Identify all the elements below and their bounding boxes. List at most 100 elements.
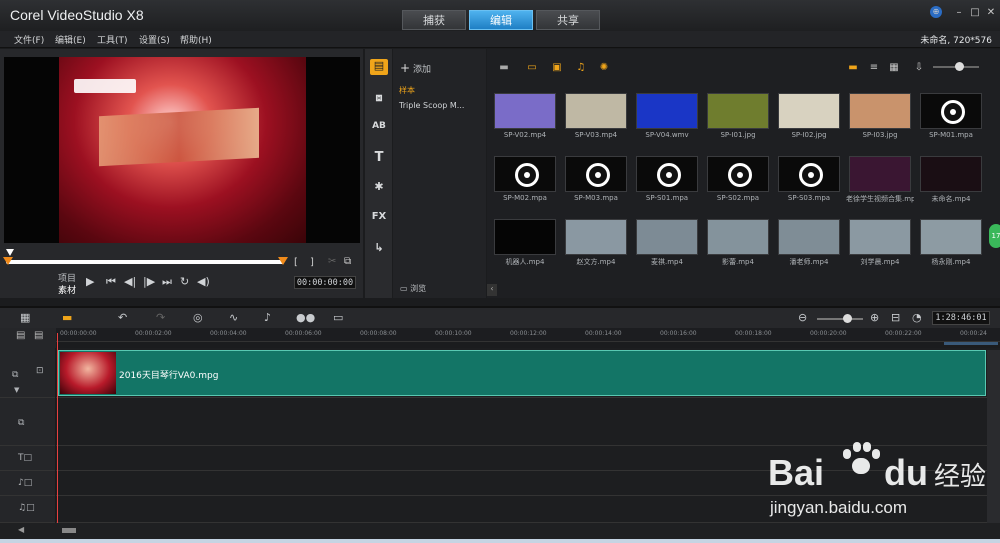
scrubber[interactable] [3, 249, 288, 271]
thumb-size-slider[interactable] [933, 62, 979, 71]
auto-music-icon[interactable]: ♪ [264, 311, 271, 324]
browse-button[interactable]: ▭ 浏览 [400, 283, 426, 294]
chapter-icon[interactable]: ▤ [34, 330, 43, 341]
media-thumbnail[interactable]: SP-V02.mp4 [494, 93, 556, 145]
video-clip[interactable]: 2016天目琴行VA0.mpg [58, 350, 986, 396]
subtitle-icon[interactable]: ▭ [333, 311, 343, 324]
fx-filter-icon[interactable]: ✺ [597, 62, 611, 74]
preview-video[interactable] [4, 57, 360, 243]
folder-samples[interactable]: 样本 [399, 85, 415, 96]
list-view-icon[interactable]: ▬ [846, 62, 860, 74]
details-view-icon[interactable]: ≡ [867, 62, 881, 74]
media-thumbnail[interactable]: SP-M01.mpa [920, 93, 982, 145]
menu-tools[interactable]: 工具(T) [97, 33, 128, 46]
media-thumbnail[interactable]: 老徐学生视频合集.mp4 [846, 156, 914, 208]
graphic-icon[interactable]: ✱ [370, 180, 388, 196]
show-audio-icon[interactable]: ♫ [574, 62, 588, 74]
sound-mixer-icon[interactable]: ∿ [229, 311, 238, 324]
cut-icon[interactable]: ✂ [328, 256, 336, 267]
duration-icon[interactable]: ◔ [912, 311, 922, 324]
repeat-icon[interactable]: ↻ [180, 275, 189, 288]
zoom-in-icon[interactable]: ⊕ [870, 311, 879, 324]
timeline-timecode[interactable]: 1:28:46:01 [932, 311, 990, 325]
zoom-slider[interactable] [817, 314, 863, 323]
fx-icon[interactable]: FX [370, 211, 388, 227]
mark-out-button[interactable]: ] [310, 257, 314, 268]
undo-icon[interactable]: ↶ [118, 311, 127, 324]
track-toggle-icon[interactable]: ⊡ [36, 366, 44, 376]
media-thumbnail[interactable]: SP-S01.mpa [636, 156, 698, 208]
sort-icon[interactable]: ⇩ [912, 62, 926, 74]
media-thumbnail[interactable]: 麦祺.mp4 [636, 219, 698, 271]
play-icon[interactable]: ▶ [86, 275, 94, 288]
track-manager-icon[interactable]: ▤ [16, 330, 25, 341]
media-thumbnail[interactable]: SP-M03.mpa [565, 156, 627, 208]
volume-icon[interactable]: ◀) [197, 275, 210, 288]
show-video-icon[interactable]: ▭ [525, 62, 539, 74]
storyboard-view-icon[interactable]: ▦ [20, 311, 30, 324]
playhead[interactable] [57, 333, 58, 523]
media-thumbnail[interactable]: 机器人.mp4 [494, 219, 556, 271]
media-thumbnail[interactable]: 赵文方.mp4 [565, 219, 627, 271]
media-thumbnail[interactable]: SP-I03.jpg [849, 93, 911, 145]
media-thumbnail[interactable]: SP-M02.mpa [494, 156, 556, 208]
zoom-out-icon[interactable]: ⊖ [798, 311, 807, 324]
redo-icon[interactable]: ↷ [156, 311, 165, 324]
home-icon[interactable]: ⏮ [106, 275, 116, 289]
motion-tracking-icon[interactable]: ●● [296, 311, 315, 324]
record-capture-icon[interactable]: ◎ [193, 311, 203, 324]
music-track-icon[interactable]: ♫□ [18, 503, 35, 513]
timeline-scroll-bar[interactable]: ◀ [0, 523, 1000, 539]
menu-help[interactable]: 帮助(H) [180, 33, 212, 46]
overlay-track-icon[interactable]: ⧉ [18, 418, 24, 428]
help-globe-icon[interactable]: ⊕ [930, 6, 942, 18]
media-thumbnail[interactable]: 杨永刚.mp4 [920, 219, 982, 271]
timeline-ruler[interactable]: 00:00:00:00 00:00:02:00 00:00:04:00 00:00:0… [56, 328, 1000, 342]
import-folder-icon[interactable]: ▬ [497, 62, 511, 74]
menu-settings[interactable]: 设置(S) [139, 33, 170, 46]
close-icon[interactable]: ✕ [982, 6, 1000, 20]
expand-icon[interactable]: ▼ [14, 386, 19, 394]
media-thumbnail[interactable]: SP-I01.jpg [707, 93, 769, 145]
media-thumbnail[interactable]: SP-S03.mpa [778, 156, 840, 208]
thumb-size-knob[interactable] [955, 62, 964, 71]
end-icon[interactable]: ⏭ [162, 275, 172, 289]
timeline-view-icon[interactable]: ▬ [62, 311, 72, 324]
next-frame-icon[interactable]: |▶ [143, 275, 155, 288]
media-thumbnail[interactable]: 未命名.mp4 [920, 156, 982, 208]
menu-file[interactable]: 文件(F) [14, 33, 44, 46]
mode-clip[interactable]: 素材 [58, 283, 76, 296]
tab-edit[interactable]: 编辑 [469, 10, 533, 30]
side-float-icon[interactable]: 17 [989, 224, 1000, 248]
prev-frame-icon[interactable]: ◀| [124, 275, 136, 288]
mark-out-icon[interactable] [278, 257, 288, 265]
media-icon[interactable]: ▤ [370, 59, 388, 75]
scroll-thumb[interactable] [62, 528, 76, 533]
thumb-view-icon[interactable]: ▦ [887, 62, 901, 74]
voice-track-icon[interactable]: ♪□ [18, 478, 32, 488]
tab-capture[interactable]: 捕获 [402, 10, 466, 30]
tab-share[interactable]: 共享 [536, 10, 600, 30]
instant-project-icon[interactable]: ⧈ [370, 91, 388, 107]
media-thumbnail[interactable]: 潘老师.mp4 [778, 219, 840, 271]
media-thumbnail[interactable]: 刘学晨.mp4 [849, 219, 911, 271]
enlarge-icon[interactable]: ⧉ [344, 256, 351, 267]
show-photo-icon[interactable]: ▣ [550, 62, 564, 74]
media-thumbnail[interactable]: SP-V04.wmv [636, 93, 698, 145]
title-icon[interactable]: T [370, 150, 388, 166]
zoom-knob[interactable] [843, 314, 852, 323]
path-icon[interactable]: ↳ [370, 241, 388, 257]
folder-triple-scoop[interactable]: Triple Scoop M... [399, 101, 464, 110]
transition-icon[interactable]: AB [370, 121, 388, 137]
scrub-handle-icon[interactable] [6, 249, 14, 256]
mark-in-icon[interactable] [3, 257, 13, 265]
scroll-left-icon[interactable]: ◀ [18, 525, 24, 534]
mark-in-button[interactable]: [ [294, 257, 298, 268]
collapse-left-icon[interactable]: ‹ [487, 284, 497, 296]
video-track-icon[interactable]: ⧉ [12, 370, 18, 380]
preview-timecode[interactable]: 00:00:00:00 [294, 276, 356, 289]
media-thumbnail[interactable]: SP-I02.jpg [778, 93, 840, 145]
title-track-icon[interactable]: T□ [18, 453, 32, 463]
add-folder-button[interactable]: + 添加 [400, 61, 431, 75]
scrub-track[interactable] [6, 260, 284, 264]
